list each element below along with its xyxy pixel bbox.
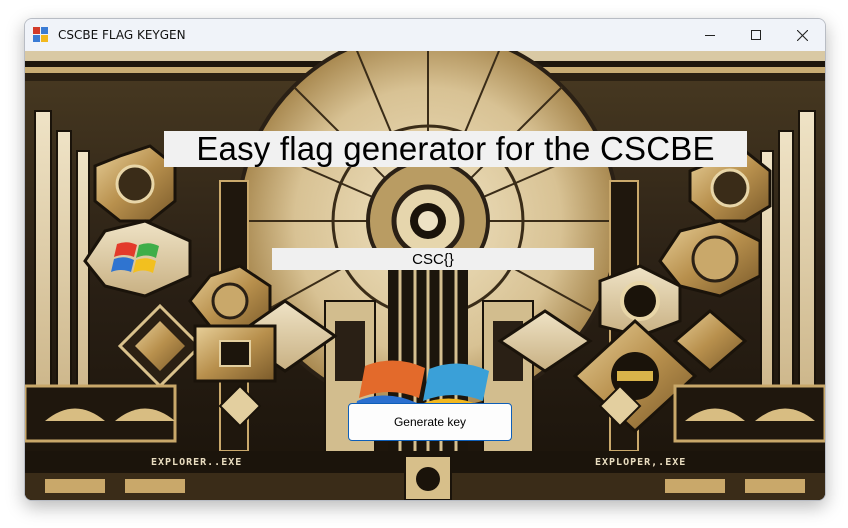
app-window-icon — [33, 27, 49, 43]
title-bar[interactable]: CSCBE FLAG KEYGEN — [25, 19, 825, 51]
window-title: CSCBE FLAG KEYGEN — [58, 28, 186, 42]
close-icon — [796, 29, 808, 41]
explorer-label-left: EXPLORER..EXE — [151, 457, 243, 468]
headline-label: Easy flag generator for the CSCBE — [164, 131, 747, 167]
minimize-button[interactable] — [687, 19, 733, 51]
app-window: CSCBE FLAG KEYGEN EXPLORER..EXE EXPLOPER… — [24, 18, 826, 501]
minimize-icon — [705, 35, 715, 36]
maximize-button[interactable] — [733, 19, 779, 51]
generate-key-button[interactable]: Generate key — [348, 403, 512, 441]
window-controls — [687, 19, 825, 51]
flag-output-field[interactable] — [272, 248, 594, 270]
form-client-area: EXPLORER..EXE EXPLOPER,.EXE Easy flag ge… — [25, 51, 825, 500]
close-button[interactable] — [779, 19, 825, 51]
explorer-label-right: EXPLOPER,.EXE — [595, 457, 687, 468]
maximize-icon — [751, 30, 761, 40]
